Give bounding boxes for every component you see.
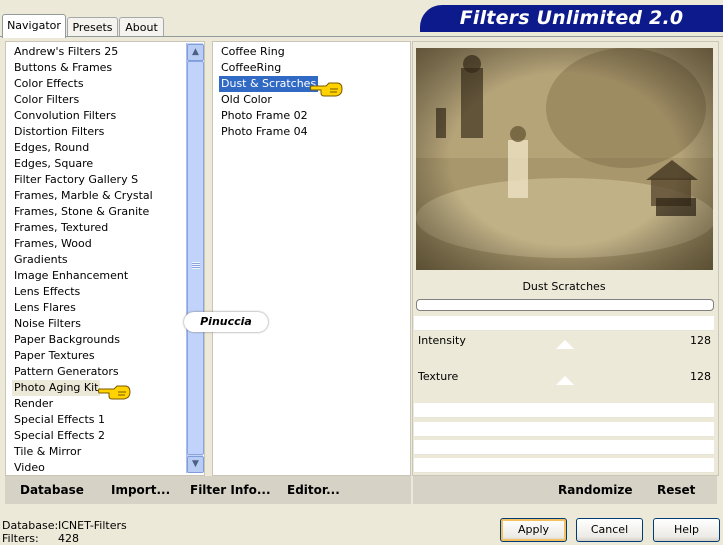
tab-navigator[interactable]: Navigator: [2, 14, 66, 38]
status-filters-label: Filters:: [2, 532, 39, 545]
cancel-button[interactable]: Cancel: [576, 518, 643, 542]
texture-slider-thumb[interactable]: [556, 376, 574, 385]
category-item[interactable]: Frames, Wood: [12, 236, 94, 252]
filter-list[interactable]: Coffee Ring CoffeeRing Dust & Scratches Old…: [212, 41, 411, 476]
category-item[interactable]: Edges, Square: [12, 156, 95, 172]
apply-button[interactable]: Apply: [500, 518, 567, 542]
filter-item[interactable]: CoffeeRing: [219, 60, 283, 76]
category-item[interactable]: Color Effects: [12, 76, 86, 92]
status-database-value: ICNET-Filters: [58, 519, 127, 532]
intensity-slider-thumb[interactable]: [556, 340, 574, 349]
app-title: Filters Unlimited 2.0: [459, 7, 684, 29]
intensity-value: 128: [690, 334, 711, 347]
import-button[interactable]: Import...: [111, 483, 170, 497]
progress-bar: [416, 299, 714, 311]
editor-button[interactable]: Editor...: [287, 483, 340, 497]
tab-presets[interactable]: Presets: [67, 17, 118, 37]
category-item[interactable]: Special Effects 2: [12, 428, 107, 444]
category-item[interactable]: Photo Aging Kit: [12, 380, 101, 396]
texture-slider[interactable]: [414, 386, 714, 400]
category-scrollbar[interactable]: ▲ ▼: [186, 43, 204, 473]
filter-item[interactable]: Dust & Scratches: [219, 76, 319, 92]
preview-image: [416, 48, 713, 270]
category-item[interactable]: Render: [12, 396, 55, 412]
category-item[interactable]: Edges, Round: [12, 140, 91, 156]
pointing-hand-icon: [310, 82, 343, 97]
texture-label: Texture: [418, 370, 459, 383]
category-item[interactable]: Noise Filters: [12, 316, 83, 332]
category-item[interactable]: Frames, Stone & Granite: [12, 204, 151, 220]
category-item[interactable]: Color Filters: [12, 92, 81, 108]
category-item[interactable]: Filter Factory Gallery S: [12, 172, 140, 188]
randomize-button[interactable]: Randomize: [558, 483, 632, 497]
blank-row: [414, 440, 714, 455]
category-item[interactable]: Tile & Mirror: [12, 444, 83, 460]
scroll-thumb[interactable]: [187, 61, 204, 455]
blank-row: [414, 403, 714, 418]
watermark-pinuccia: Pinuccia: [184, 312, 268, 332]
intensity-slider[interactable]: [414, 350, 714, 364]
category-item[interactable]: Andrew's Filters 25: [12, 44, 120, 60]
category-item[interactable]: Convolution Filters: [12, 108, 118, 124]
scroll-down-icon[interactable]: ▼: [187, 456, 204, 473]
intensity-label: Intensity: [418, 334, 466, 347]
database-button[interactable]: Database: [20, 483, 84, 497]
scroll-grip-icon: [192, 262, 200, 269]
filter-item[interactable]: Coffee Ring: [219, 44, 287, 60]
category-item[interactable]: Frames, Marble & Crystal: [12, 188, 155, 204]
category-item[interactable]: Distortion Filters: [12, 124, 106, 140]
status-database-label: Database:: [2, 519, 59, 532]
reset-button[interactable]: Reset: [657, 483, 695, 497]
pointing-hand-icon: [98, 385, 131, 400]
scroll-up-icon[interactable]: ▲: [187, 44, 204, 61]
help-button[interactable]: Help: [653, 518, 720, 542]
blank-row: [414, 316, 714, 331]
category-item[interactable]: Paper Textures: [12, 348, 97, 364]
category-item[interactable]: Paper Backgrounds: [12, 332, 122, 348]
category-item[interactable]: Special Effects 1: [12, 412, 107, 428]
category-item[interactable]: Pattern Generators: [12, 364, 121, 380]
status-filters-value: 428: [58, 532, 79, 545]
tab-divider: [0, 36, 723, 37]
category-item[interactable]: Buttons & Frames: [12, 60, 114, 76]
category-item[interactable]: Frames, Textured: [12, 220, 110, 236]
filter-item[interactable]: Old Color: [219, 92, 274, 108]
category-item[interactable]: Image Enhancement: [12, 268, 130, 284]
texture-value: 128: [690, 370, 711, 383]
category-item[interactable]: Gradients: [12, 252, 70, 268]
filter-item[interactable]: Photo Frame 02: [219, 108, 310, 124]
blank-row: [414, 458, 714, 473]
filter-info-button[interactable]: Filter Info...: [190, 483, 271, 497]
category-item[interactable]: Lens Effects: [12, 284, 82, 300]
blank-row: [414, 422, 714, 437]
category-list[interactable]: Andrew's Filters 25 Buttons & Frames Color…: [5, 41, 205, 476]
category-item[interactable]: Lens Flares: [12, 300, 78, 316]
tab-about[interactable]: About: [119, 17, 164, 37]
category-item[interactable]: Video: [12, 460, 47, 476]
filter-title: Dust Scratches: [522, 280, 606, 293]
filter-item[interactable]: Photo Frame 04: [219, 124, 310, 140]
